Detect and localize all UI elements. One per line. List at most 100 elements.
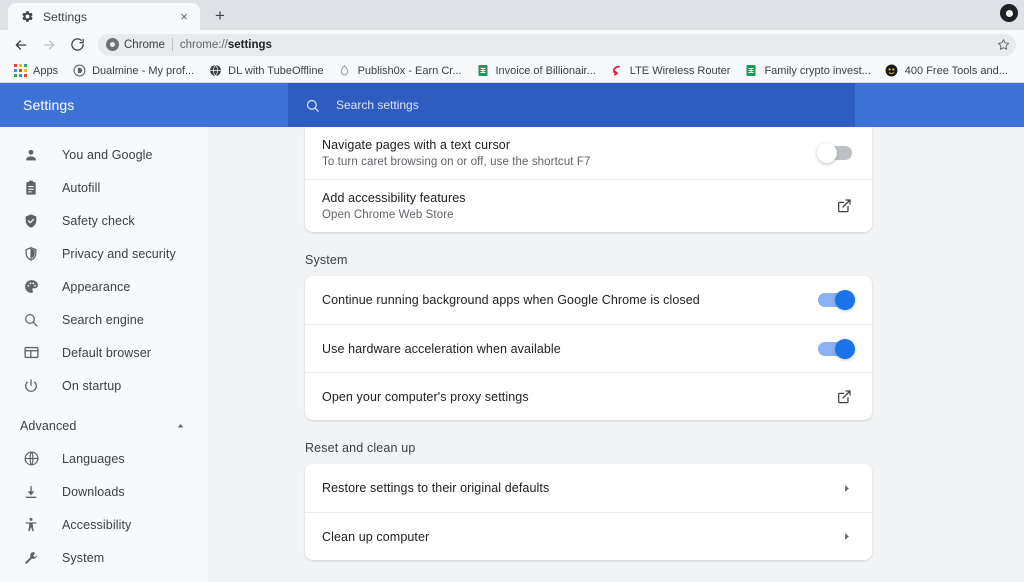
close-icon[interactable]: × [176,9,192,25]
sidebar-item-label: Appearance [62,279,131,294]
section-heading-reset-and-clean-up: Reset and clean up [305,441,416,455]
dark-avatar-icon [885,64,899,78]
sidebar-item-on-startup[interactable]: On startup [0,369,208,402]
row-texts: Clean up computer [322,519,841,555]
omnibox-url: chrome://settings [180,39,272,51]
row-texts: Navigate pages with a text cursor To tur… [322,127,818,179]
hardware-acceleration-toggle[interactable] [818,338,855,359]
sidebar-item-privacy-and-security[interactable]: Privacy and security [0,237,208,270]
settings-header-bar: Settings [0,83,1024,127]
profile-avatar-icon[interactable] [1000,4,1018,22]
address-bar[interactable]: Chrome chrome://settings [98,33,1016,56]
bookmark-label: Apps [33,64,59,77]
bookmark-publish0x[interactable]: Publish0x - Earn Cr... [331,62,469,80]
row-texts: Add accessibility features Open Chrome W… [322,180,836,232]
row-caret-browsing[interactable]: Navigate pages with a text cursor To tur… [305,127,872,179]
sidebar-advanced-toggle[interactable]: Advanced [0,409,208,442]
row-subtitle: Open Chrome Web Store [322,209,454,221]
bookmark-label: LTE Wireless Router [629,64,731,77]
bookmark-invoice-billionaire[interactable]: Invoice of Billionair... [469,62,603,80]
shield-check-icon [22,212,40,230]
row-title: Navigate pages with a text cursor [322,138,511,152]
row-add-accessibility-features[interactable]: Add accessibility features Open Chrome W… [305,179,872,232]
chevron-right-icon[interactable] [841,531,852,542]
sidebar-item-downloads[interactable]: Downloads [0,475,208,508]
bookmark-apps[interactable]: Apps [6,62,65,80]
reload-button[interactable] [64,32,90,58]
row-texts: Use hardware acceleration when available [322,331,818,367]
omnibox-chip: Chrome [106,38,173,51]
power-icon [22,377,40,395]
palette-icon [22,278,40,296]
google-sheets-icon [744,64,758,78]
sidebar-item-label: Accessibility [62,517,132,532]
bookmarks-bar: Apps Dualmine - My prof... DL with TubeO… [0,59,1024,83]
bookmark-dualmine[interactable]: Dualmine - My prof... [65,62,201,80]
sidebar-item-default-browser[interactable]: Default browser [0,336,208,369]
chevron-right-icon[interactable] [841,483,852,494]
search-settings-box[interactable] [288,83,855,127]
omnibox-url-prefix: chrome:// [179,38,228,51]
search-icon [22,311,40,329]
red-swirl-icon [610,64,624,78]
browser-toolbar: Chrome chrome://settings [0,30,1024,59]
sidebar-item-label: Languages [62,451,125,466]
collapse-chevron-up-icon [175,420,186,431]
caret-browsing-toggle[interactable] [817,143,852,163]
back-button[interactable] [8,32,34,58]
sidebar-item-label: Search engine [62,312,144,327]
row-background-apps[interactable]: Continue running background apps when Go… [305,276,872,324]
accessibility-card: Navigate pages with a text cursor To tur… [305,127,872,232]
bookmark-label: Dualmine - My prof... [92,64,195,77]
sidebar-item-label: You and Google [62,147,153,162]
globe-icon [22,450,40,468]
new-tab-button[interactable]: + [206,1,234,29]
settings-page: Settings You and Google [0,83,1024,582]
forward-button[interactable] [36,32,62,58]
sidebar-item-search-engine[interactable]: Search engine [0,303,208,336]
bookmark-star-icon[interactable] [994,36,1012,54]
tabstrip-right-controls [1000,4,1018,22]
sidebar-item-you-and-google[interactable]: You and Google [0,138,208,171]
tab-strip: Settings × + [0,0,1024,30]
external-link-icon[interactable] [836,198,852,214]
row-texts: Continue running background apps when Go… [322,282,818,318]
row-clean-up-computer[interactable]: Clean up computer [305,512,872,560]
sidebar-item-accessibility[interactable]: Accessibility [0,508,208,541]
settings-sidebar: You and Google Autofill Safety check Pri… [0,127,208,582]
shield-icon [22,245,40,263]
water-drop-icon [338,64,352,78]
sidebar-item-appearance[interactable]: Appearance [0,270,208,303]
bookmark-400-free-tools[interactable]: 400 Free Tools and... [878,62,1015,80]
background-apps-toggle[interactable] [818,290,855,310]
search-icon [305,98,320,113]
gear-icon [19,9,35,25]
sidebar-item-label: On startup [62,378,122,393]
row-restore-defaults[interactable]: Restore settings to their original defau… [305,464,872,512]
sidebar-item-languages[interactable]: Languages [0,442,208,475]
clipboard-icon [22,179,40,197]
external-link-icon[interactable] [836,389,852,405]
row-title: Open your computer's proxy settings [322,389,529,404]
sidebar-item-system[interactable]: System [0,541,208,574]
search-input[interactable] [336,98,736,112]
bookmark-lte-wireless-router[interactable]: LTE Wireless Router [603,62,738,80]
row-proxy-settings[interactable]: Open your computer's proxy settings [305,372,872,420]
sidebar-advanced-label: Advanced [20,418,77,433]
page-title: Settings [23,97,75,113]
settings-content: Navigate pages with a text cursor To tur… [208,127,1024,582]
row-texts: Restore settings to their original defau… [322,470,841,506]
bookmark-dl-tubeoffline[interactable]: DL with TubeOffline [201,62,330,80]
sidebar-scrollbar[interactable]: ▲ [196,129,206,582]
sidebar-item-safety-check[interactable]: Safety check [0,204,208,237]
bookmark-family-crypto-invest[interactable]: Family crypto invest... [737,62,877,80]
google-sheets-icon [476,64,490,78]
row-hardware-acceleration[interactable]: Use hardware acceleration when available [305,324,872,372]
row-subtitle: To turn caret browsing on or off, use th… [322,156,591,168]
browser-tab-settings[interactable]: Settings × [8,3,200,30]
row-title: Continue running background apps when Go… [322,293,700,307]
wrench-icon [22,549,40,567]
sidebar-item-label: Safety check [62,213,135,228]
row-title: Use hardware acceleration when available [322,341,561,356]
sidebar-item-autofill[interactable]: Autofill [0,171,208,204]
